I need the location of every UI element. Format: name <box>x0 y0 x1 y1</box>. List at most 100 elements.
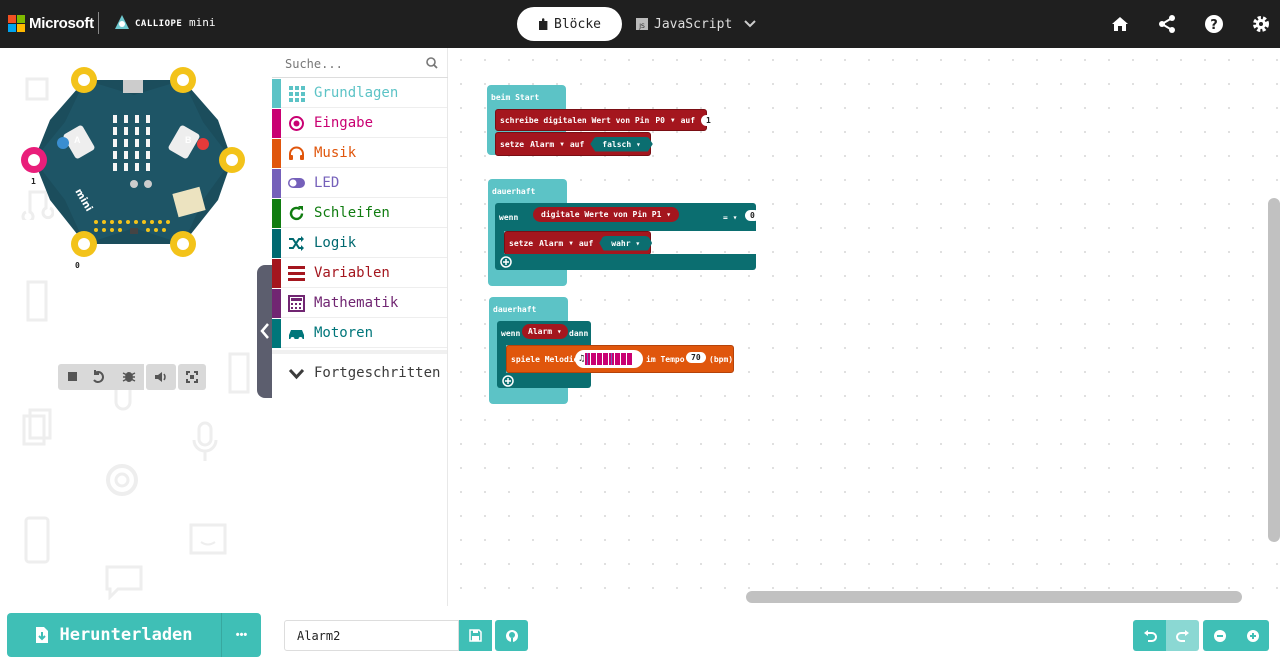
variable-dropdown[interactable]: Alarm <box>539 239 563 248</box>
dropdown-arrow-icon[interactable]: ▼ <box>560 141 564 148</box>
minus-circle-icon <box>1213 629 1226 642</box>
if-block-footer <box>497 373 591 388</box>
button-a-label: A <box>74 135 81 145</box>
pin-dropdown[interactable]: P1 <box>652 210 662 219</box>
category-schleifen[interactable]: Schleifen <box>272 199 447 228</box>
bottom-bar: Herunterladen ••• <box>0 606 1280 660</box>
play-melody-block[interactable]: spiele Melodie ♫ im Tempo 70 (bpm) <box>506 345 734 373</box>
variable-reporter[interactable]: Alarm ▾ <box>522 324 568 339</box>
refresh-icon <box>289 206 304 221</box>
dropdown-arrow-icon[interactable]: ▼ <box>569 240 573 247</box>
redo-button[interactable] <box>1166 620 1199 651</box>
category-eingabe[interactable]: Eingabe <box>272 109 447 138</box>
product-title[interactable]: CALLIOPE mini <box>135 16 215 29</box>
project-name-input[interactable] <box>284 620 459 651</box>
chevron-down-icon[interactable] <box>744 20 756 28</box>
home-icon[interactable] <box>1109 13 1131 35</box>
compare-value[interactable]: 0 <box>745 210 760 221</box>
if-block[interactable]: wenn Alarm ▾ dann <box>497 321 591 345</box>
plus-circle-icon <box>1246 629 1259 642</box>
music-note-icon: ♫ <box>579 354 585 364</box>
toolbox-separator <box>272 350 447 354</box>
pin-dropdown[interactable]: P0 <box>655 116 665 125</box>
plus-circle-icon[interactable] <box>500 256 512 268</box>
melody-editor-field[interactable]: ♫ <box>575 350 643 368</box>
category-color-bar <box>272 109 281 138</box>
zoom-in-button[interactable] <box>1236 620 1269 651</box>
calliope-board[interactable]: mini <box>18 60 250 274</box>
category-color-bar <box>272 259 281 288</box>
product-title-sub: mini <box>188 16 216 29</box>
stop-icon[interactable] <box>68 372 77 381</box>
save-icon <box>469 629 482 642</box>
product-title-main: CALLIOPE <box>135 19 183 29</box>
calliope-logo-icon <box>115 15 129 29</box>
category-led[interactable]: LED <box>272 169 447 198</box>
block-label: dann <box>569 329 589 338</box>
mute-button[interactable] <box>146 364 176 390</box>
block-label: auf <box>569 139 585 149</box>
save-button[interactable] <box>459 620 492 651</box>
category-logik[interactable]: Logik <box>272 229 447 258</box>
copy-bg-icon <box>22 408 52 446</box>
blocks-workspace[interactable]: beim Start schreibe digitalen Wert von P… <box>449 48 1280 606</box>
tempo-value[interactable]: 70 <box>686 352 706 363</box>
category-motoren[interactable]: Motoren <box>272 319 447 348</box>
category-fortgeschritten[interactable]: Fortgeschritten <box>272 359 447 388</box>
category-label: Motoren <box>314 325 374 341</box>
digital-read-block[interactable]: digitale Werte von Pin P1 ▾ <box>533 207 680 222</box>
variable-dropdown[interactable]: Alarm <box>530 140 554 149</box>
category-variablen[interactable]: Variablen <box>272 259 447 288</box>
unit-label: (bpm) <box>709 355 734 364</box>
set-variable-block[interactable]: setze Alarm ▼ auf wahr ▾ <box>504 231 653 255</box>
tab-blocks[interactable]: Blöcke <box>517 7 622 41</box>
if-block-side <box>497 345 506 373</box>
digital-write-block[interactable]: schreibe digitalen Wert von Pin P0 ▼ auf… <box>495 109 716 131</box>
smiley-bg-icon <box>189 523 227 555</box>
set-variable-block[interactable]: setze Alarm ▼ auf falsch ▾ <box>495 132 653 156</box>
download-button[interactable]: Herunterladen <box>7 613 221 657</box>
zoom-out-button[interactable] <box>1203 620 1236 651</box>
comparison-op[interactable]: = ▾ <box>723 213 737 222</box>
share-icon[interactable] <box>1156 13 1178 35</box>
github-button[interactable] <box>495 620 528 651</box>
debug-icon[interactable] <box>122 372 136 382</box>
boolean-value: falsch <box>602 139 632 149</box>
category-mathematik[interactable]: Mathematik <box>272 289 447 318</box>
if-block-footer <box>495 254 756 270</box>
category-color-bar <box>272 319 281 348</box>
search-input[interactable]: Suche... <box>285 57 343 71</box>
toolbox-search[interactable]: Suche... <box>272 48 448 78</box>
plus-circle-icon[interactable] <box>502 375 514 387</box>
phone-bg-icon <box>24 516 50 564</box>
tab-javascript[interactable]: JS JavaScript <box>636 7 756 41</box>
vertical-scrollbar[interactable] <box>1268 198 1280 542</box>
collapse-simulator-handle[interactable] <box>257 265 273 398</box>
toolbox: Suche... Grundlagen Eingabe Musik LED Sc… <box>272 48 448 606</box>
more-options-button[interactable]: ••• <box>221 613 261 657</box>
dropdown-arrow-icon[interactable]: ▼ <box>671 117 675 124</box>
fullscreen-button[interactable] <box>178 364 206 390</box>
boolean-dropdown[interactable]: falsch ▾ <box>590 136 653 152</box>
gear-icon[interactable] <box>1250 13 1272 35</box>
category-label: Musik <box>314 145 357 161</box>
brand-label[interactable]: Microsoft <box>29 15 94 32</box>
grid-icon <box>289 86 305 102</box>
headphones-icon <box>289 146 304 160</box>
category-color-bar <box>272 199 281 228</box>
category-musik[interactable]: Musik <box>272 139 447 168</box>
puzzle-icon <box>539 17 548 30</box>
category-label: Fortgeschritten <box>314 365 441 381</box>
restart-icon[interactable] <box>93 370 104 383</box>
category-grundlagen[interactable]: Grundlagen <box>272 79 447 108</box>
undo-button[interactable] <box>1133 620 1166 651</box>
github-icon <box>505 629 518 642</box>
value-field[interactable]: 1 <box>701 114 716 126</box>
chat-bg-icon <box>105 565 143 600</box>
gear-bg-icon <box>106 464 138 496</box>
if-block[interactable]: wenn digitale Werte von Pin P1 ▾ = ▾ 0 d… <box>495 203 801 231</box>
help-icon[interactable]: ? <box>1203 13 1225 35</box>
horizontal-scrollbar[interactable] <box>746 591 1242 603</box>
boolean-dropdown[interactable]: wahr ▾ <box>599 235 653 251</box>
variable-label: Alarm <box>528 327 553 336</box>
